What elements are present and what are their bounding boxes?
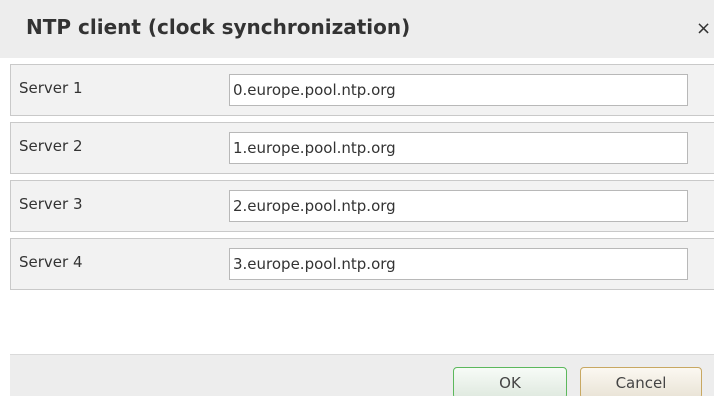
server-2-input[interactable] [229, 132, 688, 164]
dialog-title: NTP client (clock synchronization) [26, 15, 411, 39]
server-2-label: Server 2 [19, 137, 83, 155]
server-row-4: Server 4 [10, 238, 714, 290]
server-row-1: Server 1 [10, 64, 714, 116]
ntp-client-dialog: NTP client (clock synchronization) × Ser… [0, 0, 714, 396]
ok-button[interactable]: OK [453, 367, 567, 396]
close-icon[interactable]: × [696, 17, 714, 41]
server-3-label: Server 3 [19, 195, 83, 213]
server-row-2: Server 2 [10, 122, 714, 174]
server-3-input[interactable] [229, 190, 688, 222]
cancel-button[interactable]: Cancel [580, 367, 702, 396]
server-4-input[interactable] [229, 248, 688, 280]
server-1-input[interactable] [229, 74, 688, 106]
server-4-label: Server 4 [19, 253, 83, 271]
dialog-title-bar: NTP client (clock synchronization) × [0, 0, 714, 58]
dialog-footer: OK Cancel [10, 354, 714, 396]
server-row-3: Server 3 [10, 180, 714, 232]
server-list: Server 1 Server 2 Server 3 Server 4 [10, 64, 714, 296]
server-1-label: Server 1 [19, 79, 83, 97]
